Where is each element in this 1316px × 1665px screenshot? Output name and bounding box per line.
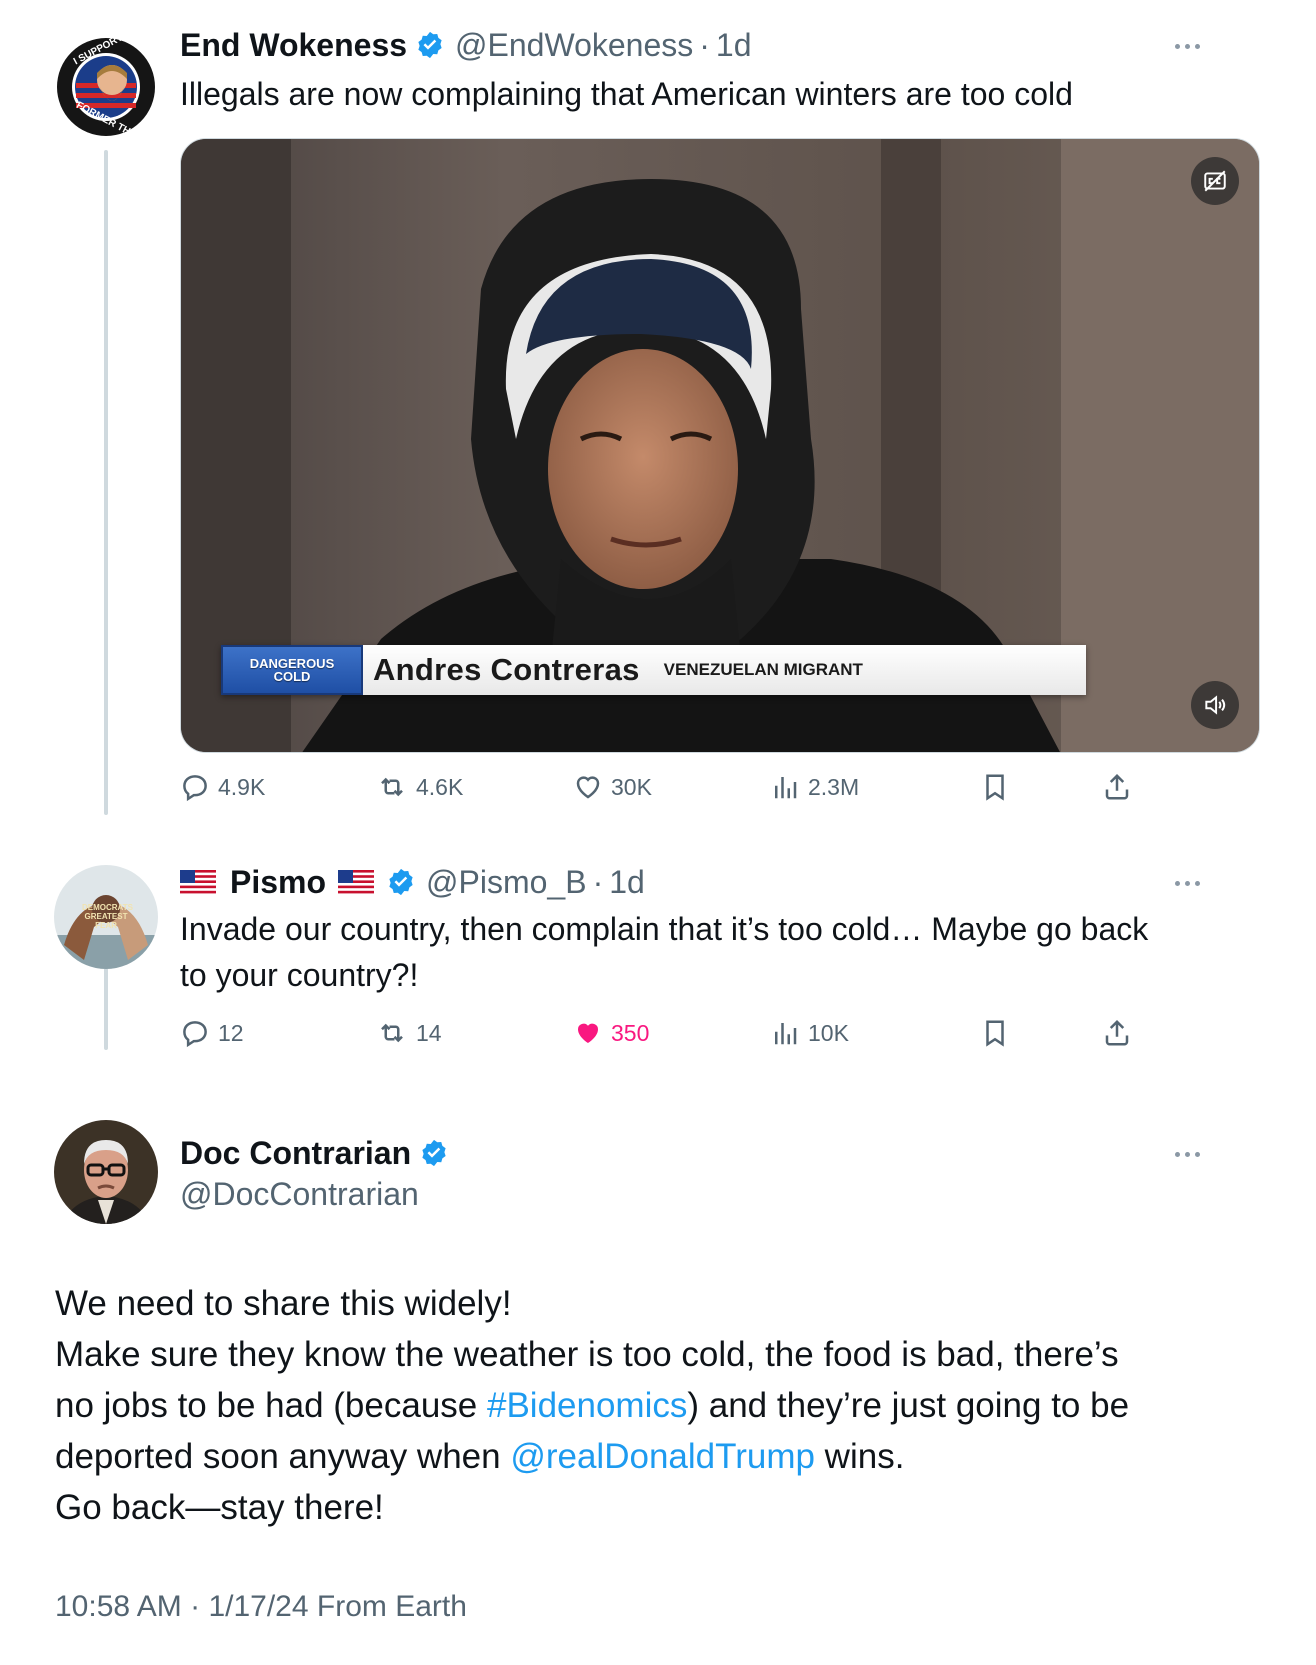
us-flag-icon — [338, 870, 375, 894]
tweet-header: Pismo @Pismo_B · 1d — [180, 862, 645, 902]
timestamp[interactable]: 1d — [609, 862, 645, 902]
text-line: no jobs to be had (because #Bidenomics) … — [55, 1380, 1275, 1431]
us-flag-icon — [180, 870, 216, 894]
heart-filled-icon — [578, 1023, 598, 1043]
text-line: Make sure they know the weather is too c… — [55, 1335, 1119, 1374]
tweet-header: Doc Contrarian — [180, 1133, 449, 1173]
badge-line-2: COLD — [273, 669, 311, 684]
verified-badge-icon — [419, 1138, 449, 1168]
thread-line — [104, 955, 108, 1050]
avatar-caption-line: DEMOCRATS — [82, 903, 133, 912]
thread-view: I SUPPORT THE FORMER THINGS End Wokeness… — [0, 0, 1316, 1665]
reply-icon — [183, 1021, 207, 1048]
handle-row: @DocContrarian — [180, 1174, 419, 1214]
hashtag-link[interactable]: #Bidenomics — [487, 1386, 687, 1425]
view-count: 2.3M — [808, 773, 860, 800]
avatar-caption: DEMOCRATS GREATEST FEAR — [82, 903, 133, 930]
views-button[interactable]: 10K — [770, 1018, 849, 1048]
share-button[interactable] — [1102, 772, 1132, 802]
tweet-text: Invade our country, then complain that i… — [180, 906, 1220, 998]
avatar-caption-line: FEAR — [95, 921, 117, 930]
avatar[interactable] — [54, 1120, 158, 1224]
thread-line — [104, 150, 108, 815]
reply-button[interactable]: 4.9K — [180, 772, 265, 802]
views-button[interactable]: 2.3M — [770, 772, 859, 802]
separator-dot: · — [699, 27, 710, 63]
verified-badge-icon — [415, 30, 445, 60]
tweet-header: End Wokeness @EndWokeness · 1d — [180, 25, 752, 65]
tweet-meta: 10:58 AM · 1/17/24 From Earth — [55, 1590, 467, 1624]
tweet-text-line: to your country?! — [180, 957, 419, 993]
text-segment: no jobs to be had (because — [55, 1386, 487, 1425]
display-name[interactable]: Doc Contrarian — [180, 1133, 411, 1173]
display-name[interactable]: Pismo — [230, 862, 326, 902]
lower-third-name: Andres Contreras — [373, 652, 640, 687]
lower-third-bar: Andres Contreras VENEZUELAN MIGRANT — [363, 645, 1086, 695]
more-options-icon[interactable] — [1175, 1144, 1200, 1164]
separator-dot: · — [190, 1590, 209, 1623]
video-player[interactable]: new-era-logo-icon DANGEROUS COLD Andres … — [180, 138, 1260, 753]
lower-third-badge: DANGEROUS COLD — [221, 645, 363, 695]
text-segment: deported soon anyway when — [55, 1437, 511, 1476]
action-bar: 4.9K 4.6K 30K 2.3M — [180, 772, 1160, 812]
post-source: From Earth — [316, 1590, 467, 1623]
repost-icon — [381, 777, 403, 797]
reply-count: 4.9K — [218, 773, 266, 800]
bookmark-button[interactable] — [980, 772, 1010, 802]
repost-count: 4.6K — [416, 773, 464, 800]
like-button[interactable]: 350 — [573, 1018, 649, 1048]
handle[interactable]: @DocContrarian — [180, 1174, 419, 1214]
repost-button[interactable]: 4.6K — [376, 772, 463, 802]
avatar[interactable]: DEMOCRATS GREATEST FEAR — [54, 865, 158, 969]
bookmark-icon — [986, 1020, 1004, 1047]
bookmark-icon — [986, 774, 1004, 801]
timestamp[interactable]: 1d — [716, 25, 752, 65]
post-date[interactable]: 1/17/24 — [208, 1590, 308, 1623]
text-line: We need to share this widely! — [55, 1284, 512, 1323]
volume-muted-icon[interactable] — [1191, 681, 1239, 729]
captions-toggle-icon[interactable] — [1191, 157, 1239, 205]
like-count: 30K — [611, 773, 652, 800]
more-options-icon[interactable] — [1175, 873, 1200, 893]
repost-button[interactable]: 14 — [376, 1018, 442, 1048]
verified-badge-icon — [386, 867, 416, 897]
repost-icon — [381, 1023, 403, 1043]
like-button[interactable]: 30K — [573, 772, 652, 802]
text-line: deported soon anyway when @realDonaldTru… — [55, 1431, 1275, 1482]
share-button[interactable] — [1102, 1018, 1132, 1048]
avatar[interactable]: I SUPPORT THE FORMER THINGS — [54, 35, 158, 139]
like-count: 350 — [611, 1019, 650, 1046]
share-icon — [1105, 1019, 1129, 1046]
heart-icon — [576, 776, 600, 799]
views-icon — [775, 1023, 797, 1045]
display-name[interactable]: End Wokeness — [180, 25, 407, 65]
bookmark-button[interactable] — [980, 1018, 1010, 1048]
avatar-caption-line: GREATEST — [84, 912, 128, 921]
repost-count: 14 — [416, 1019, 442, 1046]
views-icon — [775, 777, 797, 799]
text-line: Go back—stay there! — [55, 1488, 384, 1527]
handle[interactable]: @Pismo_B — [426, 862, 587, 902]
main-tweet-text: We need to share this widely! Make sure … — [55, 1278, 1275, 1533]
post-time[interactable]: 10:58 AM — [55, 1590, 182, 1623]
more-options-icon[interactable] — [1175, 36, 1200, 56]
share-icon — [1105, 773, 1129, 800]
reply-icon — [183, 775, 207, 802]
tweet-text: Illegals are now complaining that Americ… — [180, 76, 1073, 112]
reply-button[interactable]: 12 — [180, 1018, 244, 1048]
news-lower-third: DANGEROUS COLD Andres Contreras VENEZUEL… — [221, 645, 1086, 695]
view-count: 10K — [808, 1019, 849, 1046]
tweet-text-line: Invade our country, then complain that i… — [180, 911, 1149, 947]
handle[interactable]: @EndWokeness — [455, 25, 693, 65]
text-segment: ) and they’re just going to be — [687, 1386, 1130, 1425]
text-segment: wins. — [814, 1437, 905, 1476]
separator-dot: · — [592, 864, 604, 900]
mention-link[interactable]: @realDonaldTrump — [510, 1437, 815, 1476]
lower-third-title: VENEZUELAN MIGRANT — [663, 660, 863, 679]
reply-count: 12 — [218, 1019, 244, 1046]
action-bar: 12 14 350 10K — [180, 1018, 1160, 1058]
